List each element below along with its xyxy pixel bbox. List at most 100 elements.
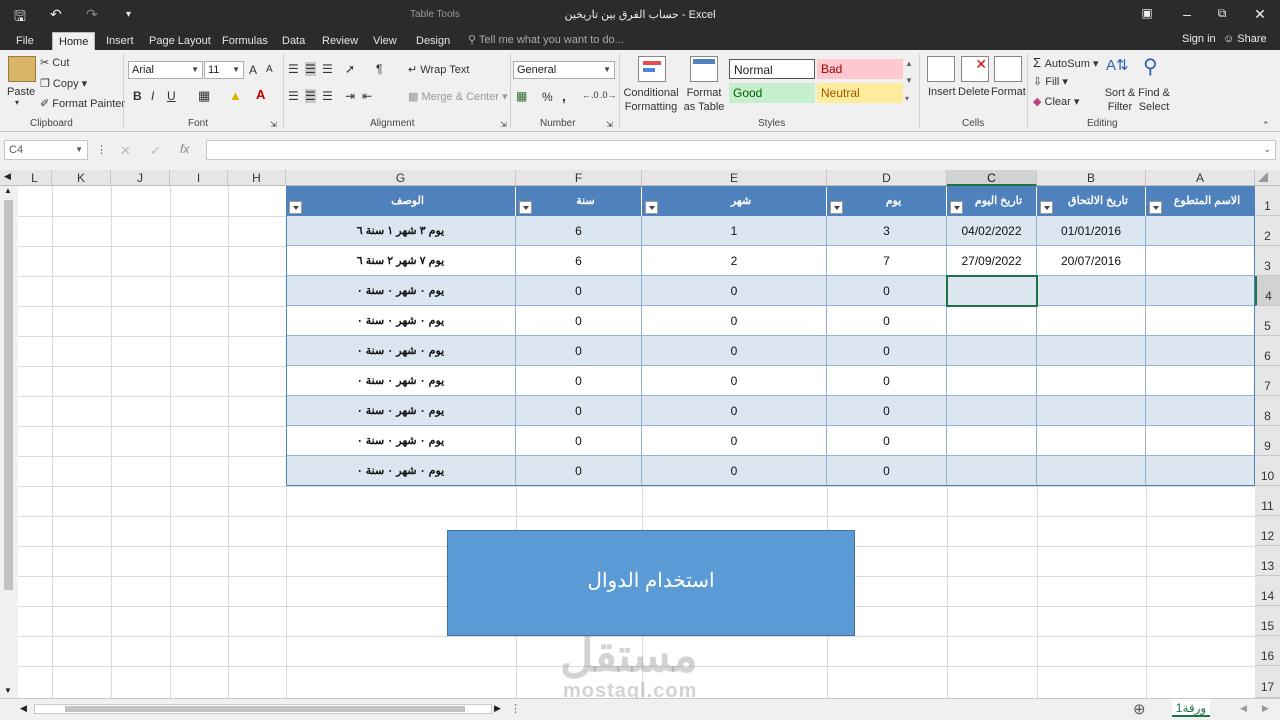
find-select-button[interactable]: Find & Select	[1136, 86, 1172, 114]
tell-me-search[interactable]: ⚲ Tell me what you want to do...	[468, 33, 624, 46]
column-header-l[interactable]: L	[18, 170, 52, 186]
table-cell-g[interactable]: يوم ٠ شهر ٠ سنة ٠	[286, 366, 516, 396]
table-cell-b[interactable]	[1037, 276, 1146, 306]
percent-button[interactable]: %	[542, 90, 553, 104]
clear-button[interactable]: ◆ Clear ▾	[1033, 95, 1079, 108]
table-cell-b[interactable]	[1037, 366, 1146, 396]
align-center-icon[interactable]: ☰	[305, 89, 316, 103]
style-bad[interactable]: Bad	[817, 59, 903, 79]
table-cell-d[interactable]: 0	[827, 396, 947, 426]
table-cell-c[interactable]	[947, 306, 1037, 336]
tab-formulas[interactable]: Formulas	[216, 32, 274, 50]
table-cell-e[interactable]: 0	[642, 306, 827, 336]
row-header-9[interactable]: 9	[1255, 426, 1280, 456]
row-header-16[interactable]: 16	[1255, 636, 1280, 666]
tab-home[interactable]: Home	[52, 32, 96, 50]
row-header-17[interactable]: 17	[1255, 666, 1280, 698]
table-cell-g[interactable]: يوم ٠ شهر ٠ سنة ٠	[286, 426, 516, 456]
tab-file[interactable]: File	[10, 32, 40, 50]
format-cells-button[interactable]: Format	[991, 86, 1026, 98]
sort-filter-button[interactable]: Sort & Filter	[1103, 86, 1137, 114]
align-middle-icon[interactable]: ☰	[305, 62, 316, 76]
table-cell-a[interactable]	[1146, 336, 1255, 366]
table-cell-e[interactable]: 2	[642, 246, 827, 276]
table-cell-f[interactable]: 6	[516, 216, 642, 246]
new-sheet-icon[interactable]: ⊕	[1133, 700, 1146, 718]
active-cell-c4[interactable]	[946, 275, 1038, 307]
fill-color-icon[interactable]: ▲	[229, 88, 242, 103]
minimize-icon[interactable]: –	[1177, 6, 1197, 22]
tab-data[interactable]: Data	[276, 32, 311, 50]
styles-scroll-down-icon[interactable]: ▼	[905, 76, 913, 85]
table-cell-f[interactable]: 0	[516, 276, 642, 306]
table-cell-e[interactable]: 0	[642, 336, 827, 366]
table-cell-c[interactable]	[947, 456, 1037, 486]
table-cell-d[interactable]: 0	[827, 276, 947, 306]
shrink-font-button[interactable]: A	[266, 64, 273, 75]
column-header-j[interactable]: J	[111, 170, 170, 186]
table-cell-a[interactable]	[1146, 246, 1255, 276]
functions-shape[interactable]: استخدام الدوال	[447, 530, 855, 636]
dialog-launcher-icon[interactable]: ⇲	[606, 120, 613, 129]
italic-button[interactable]: I	[151, 89, 154, 103]
prev-sheet-icon[interactable]: ◀	[1240, 703, 1247, 714]
table-cell-d[interactable]: 0	[827, 366, 947, 396]
align-left-icon[interactable]: ☰	[288, 89, 299, 103]
name-box[interactable]: C4 ▼	[4, 140, 88, 160]
merge-center-button[interactable]: ▩ Merge & Center ▾	[408, 90, 508, 103]
row-header-3[interactable]: 3	[1255, 246, 1280, 276]
font-color-icon[interactable]: A	[256, 87, 265, 102]
filter-dropdown-icon[interactable]	[645, 201, 658, 214]
scroll-right-icon[interactable]: ▶	[494, 703, 501, 714]
ribbon-display-options-icon[interactable]: ▣	[1137, 6, 1157, 20]
increase-indent-icon[interactable]: ⇤	[362, 89, 372, 103]
bold-button[interactable]: B	[133, 89, 142, 103]
row-header-2[interactable]: 2	[1255, 216, 1280, 246]
delete-cells-button[interactable]: Delete	[958, 86, 990, 98]
styles-more-icon[interactable]: ▾	[905, 94, 909, 103]
format-as-table-button[interactable]: Format as Table	[680, 86, 728, 114]
column-header-f[interactable]: F	[516, 170, 642, 186]
row-header-15[interactable]: 15	[1255, 606, 1280, 636]
table-header-c[interactable]: تاريخ اليوم	[947, 186, 1037, 216]
table-cell-d[interactable]: 0	[827, 306, 947, 336]
font-name-combo[interactable]: Arial ▼	[128, 61, 203, 79]
table-cell-b[interactable]: 01/01/2016	[1037, 216, 1146, 246]
column-header-h[interactable]: H	[228, 170, 286, 186]
table-header-d[interactable]: يوم	[827, 186, 947, 216]
close-icon[interactable]: ✕	[1250, 6, 1270, 23]
filter-dropdown-icon[interactable]	[950, 201, 963, 214]
filter-dropdown-icon[interactable]	[519, 201, 532, 214]
paste-dropdown-icon[interactable]: ▾	[15, 98, 19, 107]
table-cell-c[interactable]	[947, 426, 1037, 456]
table-header-a[interactable]: الاسم المتطوع	[1146, 186, 1255, 216]
orientation-icon[interactable]: ➚	[345, 62, 355, 76]
comma-button[interactable]: ,	[562, 88, 566, 104]
align-right-icon[interactable]: ☰	[322, 89, 333, 103]
restore-icon[interactable]: ⧉	[1212, 6, 1232, 21]
table-cell-c[interactable]	[947, 366, 1037, 396]
scroll-down-icon[interactable]: ▼	[4, 686, 12, 695]
table-cell-b[interactable]	[1037, 456, 1146, 486]
fill-button[interactable]: ⇩ Fill ▾	[1033, 75, 1068, 88]
align-bottom-icon[interactable]: ☰	[322, 62, 333, 76]
column-header-k[interactable]: K	[52, 170, 111, 186]
table-cell-g[interactable]: يوم ٠ شهر ٠ سنة ٠	[286, 396, 516, 426]
table-cell-a[interactable]	[1146, 366, 1255, 396]
table-cell-e[interactable]: 0	[642, 426, 827, 456]
paste-icon[interactable]	[8, 56, 36, 82]
wrap-text-button[interactable]: ↵ Wrap Text	[408, 63, 469, 76]
tab-view[interactable]: View	[367, 32, 403, 50]
vertical-scroll-thumb[interactable]	[4, 200, 13, 590]
row-header-1[interactable]: 1	[1255, 186, 1280, 216]
table-cell-d[interactable]: 7	[827, 246, 947, 276]
vertical-scrollbar[interactable]: ▲ ▼	[0, 186, 18, 698]
column-header-i[interactable]: I	[170, 170, 228, 186]
table-header-g[interactable]: الوصف	[286, 186, 516, 216]
horizontal-scroll-thumb[interactable]	[65, 706, 465, 712]
table-cell-f[interactable]: 0	[516, 456, 642, 486]
table-cell-d[interactable]: 0	[827, 426, 947, 456]
dialog-launcher-icon[interactable]: ⇲	[270, 120, 277, 129]
table-cell-a[interactable]	[1146, 216, 1255, 246]
table-cell-f[interactable]: 0	[516, 306, 642, 336]
